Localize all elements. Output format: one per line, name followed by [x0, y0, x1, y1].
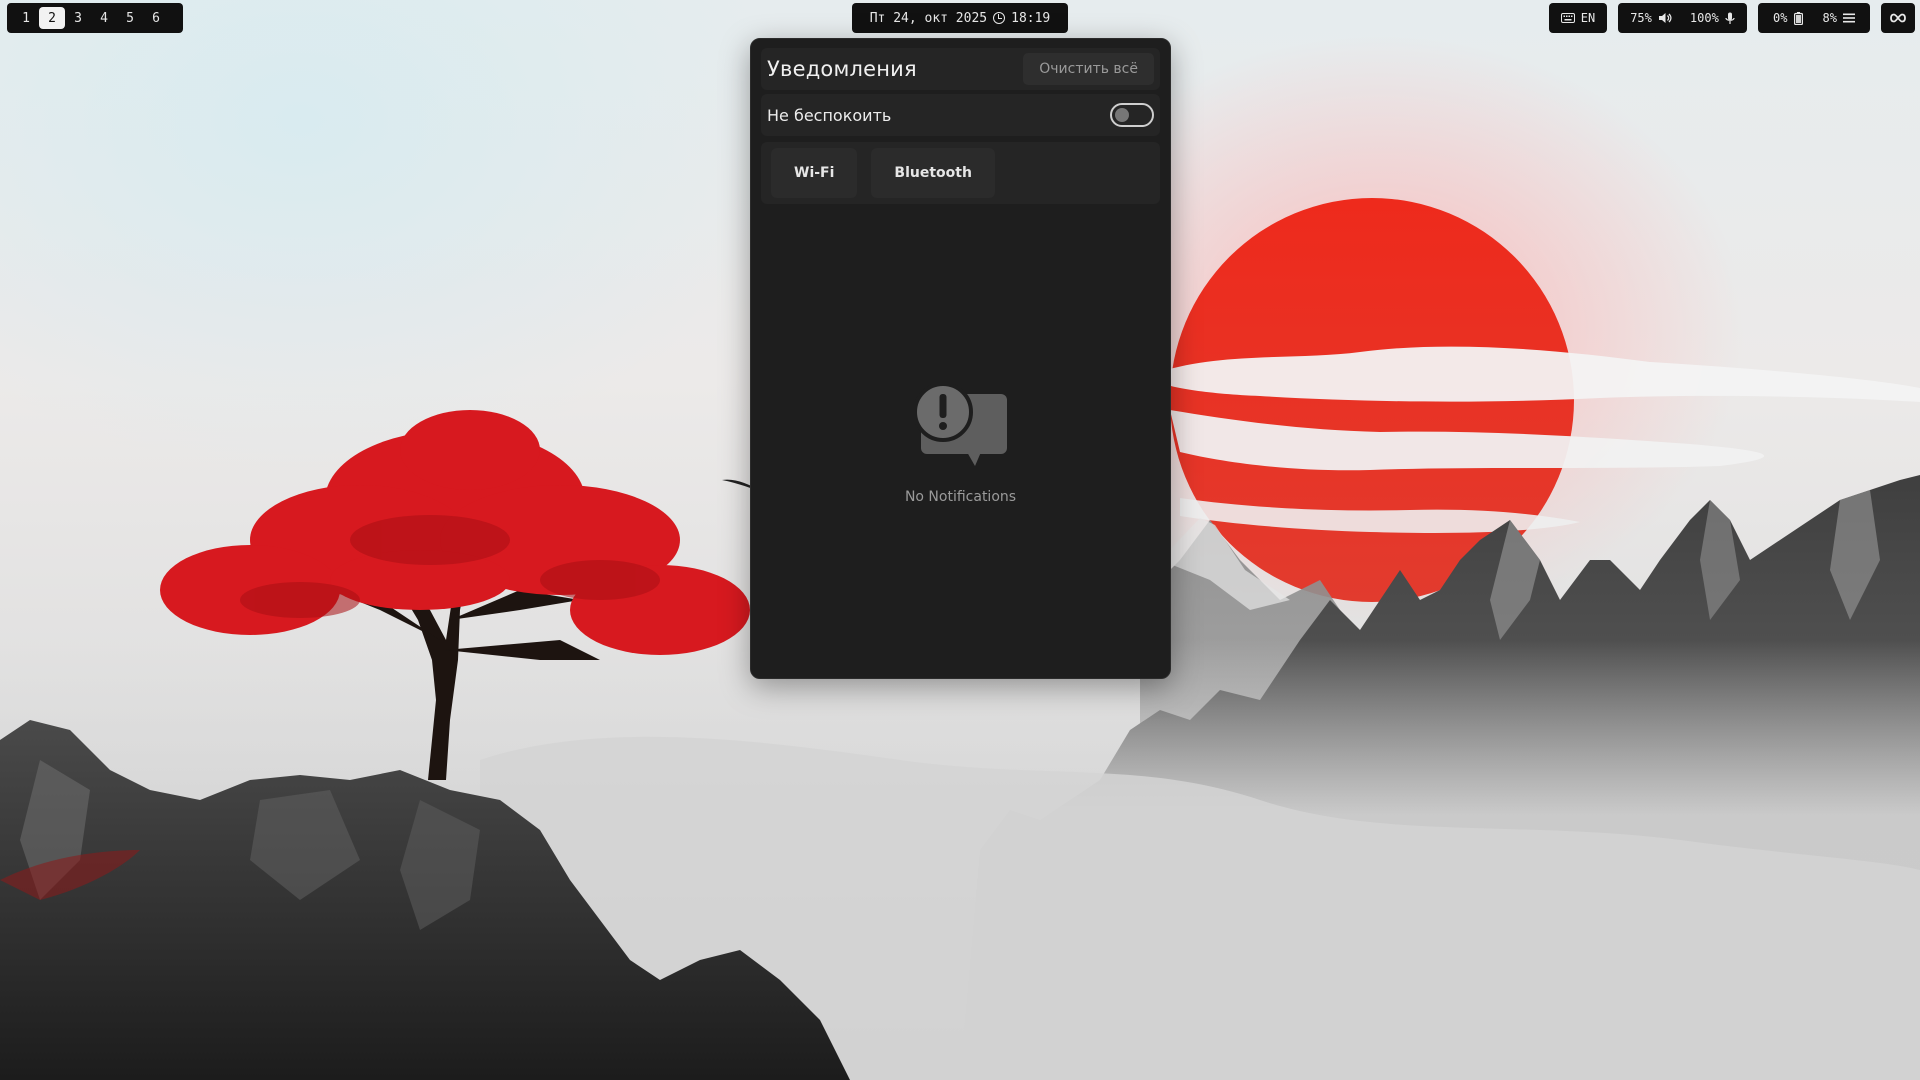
- quick-toggles: Wi-Fi Bluetooth: [761, 142, 1160, 204]
- toggle-knob: [1115, 108, 1129, 122]
- keyboard-layout-label: EN: [1580, 11, 1596, 25]
- clock-date: Пт 24, окт 2025: [869, 10, 988, 26]
- workspace-switcher: 1 2 3 4 5 6: [7, 3, 183, 33]
- keyboard-layout-widget[interactable]: EN: [1549, 3, 1607, 33]
- workspace-2[interactable]: 2: [39, 7, 65, 29]
- menu-icon[interactable]: [1842, 13, 1855, 23]
- workspace-4[interactable]: 4: [91, 7, 117, 29]
- workspace-5[interactable]: 5: [117, 7, 143, 29]
- empty-state-text: No Notifications: [904, 489, 1017, 505]
- workspace-3[interactable]: 3: [65, 7, 91, 29]
- workspace-1[interactable]: 1: [13, 7, 39, 29]
- alert-chat-icon: [912, 382, 1007, 475]
- workspace-6[interactable]: 6: [143, 7, 169, 29]
- speaker-icon[interactable]: [1658, 12, 1672, 24]
- keyboard-icon: [1560, 13, 1575, 23]
- volume-level: 75%: [1630, 11, 1652, 25]
- notification-center: Уведомления Очистить всё Не беспокоить W…: [750, 38, 1171, 679]
- bluetooth-toggle-button[interactable]: Bluetooth: [871, 148, 995, 198]
- clock-widget[interactable]: Пт 24, окт 2025 18:19: [852, 3, 1068, 33]
- clear-all-button[interactable]: Очистить всё: [1023, 53, 1154, 85]
- battery-icon: [1793, 11, 1803, 25]
- clock-time: 18:19: [1011, 10, 1051, 26]
- do-not-disturb-toggle[interactable]: [1110, 103, 1154, 127]
- cpu-usage: 8%: [1822, 11, 1837, 25]
- audio-widget[interactable]: 75% 100%: [1618, 3, 1747, 33]
- wifi-toggle-button[interactable]: Wi-Fi: [771, 148, 858, 198]
- system-status-widget[interactable]: 0% 8%: [1758, 3, 1870, 33]
- extra-tray: [1881, 3, 1915, 33]
- mic-level: 100%: [1689, 11, 1719, 25]
- microphone-icon[interactable]: [1725, 12, 1735, 25]
- panel-title: Уведомления: [767, 57, 917, 81]
- empty-state: No Notifications: [751, 382, 1170, 505]
- do-not-disturb-row: Не беспокоить: [761, 94, 1160, 136]
- infinity-icon[interactable]: [1890, 13, 1906, 23]
- notification-header: Уведомления Очистить всё: [761, 48, 1160, 90]
- battery-level: 0%: [1773, 11, 1788, 25]
- clock-icon: [993, 12, 1006, 24]
- do-not-disturb-label: Не беспокоить: [767, 105, 892, 125]
